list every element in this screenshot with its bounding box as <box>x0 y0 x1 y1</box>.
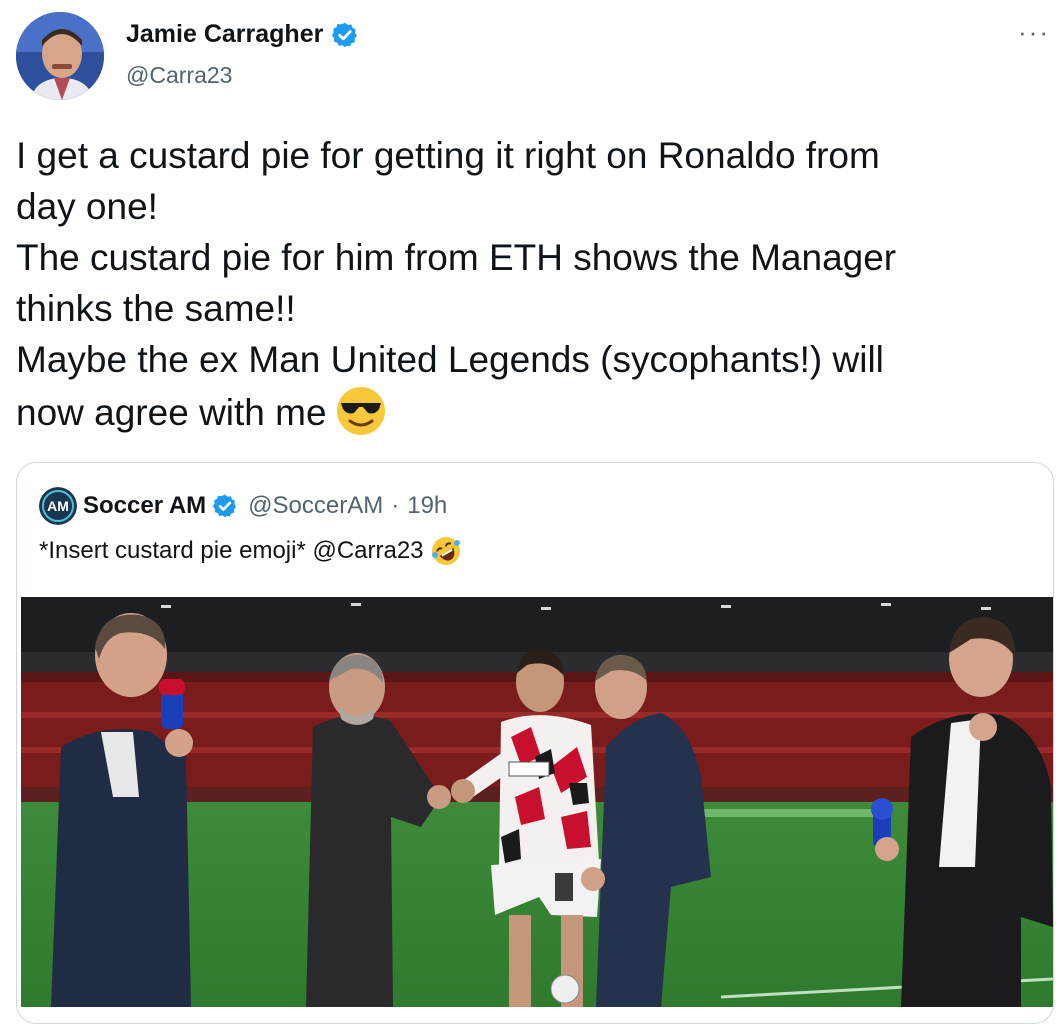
tweet-text-line: day one! <box>16 186 158 227</box>
meta-separator: · <box>391 492 400 519</box>
smiling-face-with-sunglasses-icon <box>336 387 385 435</box>
quoted-tweet-text: *Insert custard pie emoji* @Carra23 <box>39 535 462 567</box>
tweet-text-line: thinks the same!! <box>16 288 296 329</box>
author-name[interactable]: Jamie Carragher <box>126 20 359 49</box>
tweet-text-line: Maybe the ex Man United Legends (sycopha… <box>16 339 884 380</box>
quoted-author-handle[interactable]: @SoccerAM <box>248 492 383 520</box>
tweet-text-line: I get a custard pie for getting it right… <box>16 135 880 176</box>
quoted-text-content: *Insert custard pie emoji* @Carra23 <box>39 537 424 564</box>
author-name-text[interactable]: Jamie Carragher <box>126 20 323 49</box>
quoted-timestamp[interactable]: 19h <box>407 492 447 520</box>
verified-badge-icon <box>332 22 358 47</box>
author-avatar[interactable] <box>16 12 104 100</box>
rolling-on-floor-laughing-icon <box>431 537 460 565</box>
quoted-author-name[interactable]: Soccer AM <box>83 492 206 520</box>
tweet-text: I get a custard pie for getting it right… <box>16 130 1046 438</box>
tweet-text-line: The custard pie for him from ETH shows t… <box>16 237 897 278</box>
avatar-photo <box>16 12 104 100</box>
stadium-photo <box>21 597 1053 1007</box>
soccer-am-logo-text: AM <box>47 498 69 514</box>
verified-badge-icon <box>213 494 237 518</box>
soccer-am-logo[interactable]: AM <box>39 487 77 525</box>
author-handle[interactable]: @Carra23 <box>126 62 232 89</box>
more-options-icon[interactable]: ··· <box>1018 19 1050 45</box>
quoted-media-photo[interactable] <box>21 597 1053 1007</box>
quoted-tweet-card[interactable]: AM Soccer AM @SoccerAM · 19h *Insert cus… <box>16 462 1054 1024</box>
quoted-tweet-header: AM Soccer AM @SoccerAM · 19h <box>39 487 447 525</box>
tweet-text-last-line: now agree with me <box>16 385 1046 438</box>
tweet-text-line: now agree with me <box>16 392 327 433</box>
